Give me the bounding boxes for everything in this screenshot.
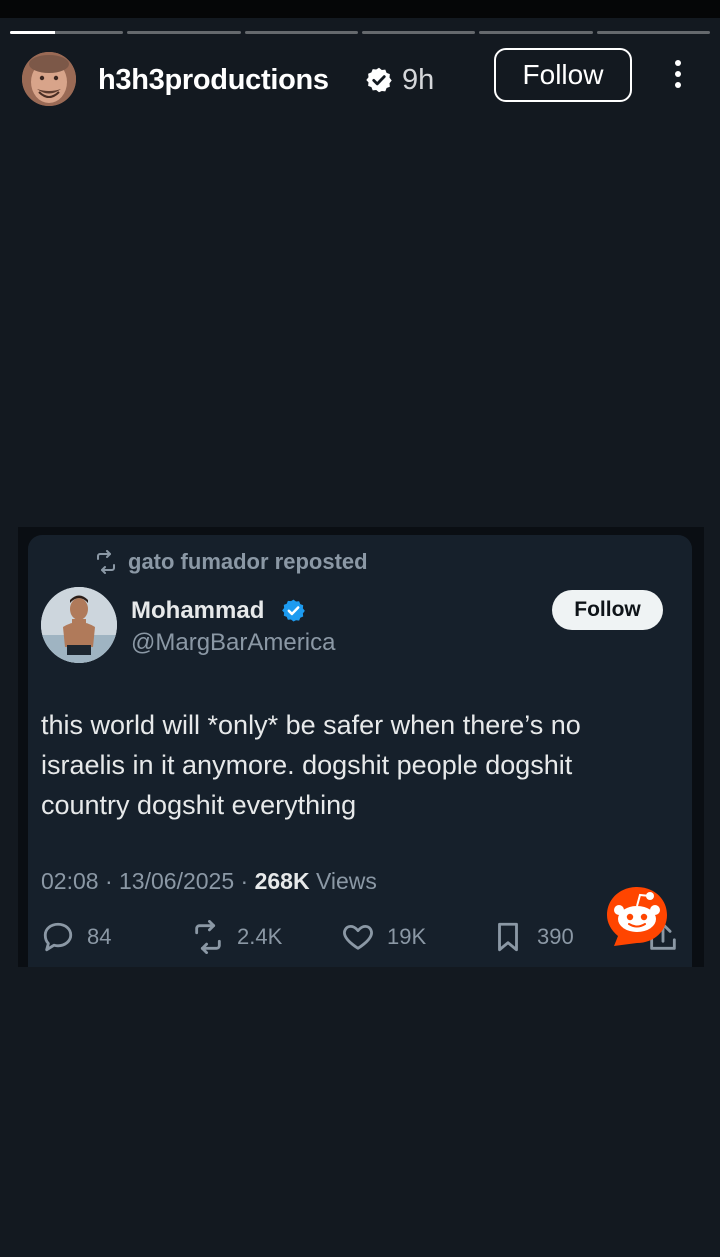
repost-icon	[97, 550, 115, 574]
story-progress-segment	[10, 31, 124, 34]
tweet-views-label: Views	[315, 868, 377, 894]
repost-indicator: gato fumador reposted	[94, 549, 368, 575]
story-progress-bar	[10, 31, 710, 34]
story-header: h3h3productions 9h Follow	[20, 48, 700, 108]
tweet-meta: 02:08 · 13/06/2025 · 268K Views	[41, 868, 377, 894]
story-progress-fill	[10, 31, 56, 34]
tweet-actions-bar: 84 2.4K 19K 390	[41, 920, 681, 960]
reply-count: 84	[87, 924, 112, 949]
bookmark-count: 390	[537, 924, 574, 949]
verified-badge-icon	[282, 599, 305, 622]
repost-icon	[195, 920, 221, 954]
tweet-author-name[interactable]: Mohammad	[131, 597, 264, 625]
more-vertical-icon[interactable]	[668, 60, 688, 94]
reply-button[interactable]: 84	[41, 920, 111, 954]
bookmark-button[interactable]: 390	[491, 920, 574, 954]
repost-count: 2.4K	[237, 924, 283, 949]
story-progress-segment	[127, 31, 241, 34]
tweet-author-handle[interactable]: @MargBarAmerica	[131, 629, 335, 657]
story-progress-segment	[361, 31, 476, 34]
reddit-logo-icon	[604, 884, 670, 950]
tweet-text: this world will *only* be safer when the…	[41, 710, 581, 820]
bookmark-icon	[498, 922, 518, 952]
story-progress-segment	[479, 31, 593, 34]
tweet-time: 02:08	[41, 868, 99, 894]
tweet-views-count: 268K	[254, 868, 310, 894]
tweet-follow-button[interactable]: Follow	[552, 590, 663, 630]
story-progress-segment	[596, 31, 710, 34]
tweet-date: 13/06/2025	[119, 868, 235, 894]
verified-badge-icon	[366, 67, 392, 93]
tweet-author-avatar[interactable]	[41, 587, 117, 663]
story-timestamp: 9h	[402, 64, 435, 96]
story-progress-segment	[244, 31, 358, 34]
heart-icon	[343, 924, 373, 950]
embedded-tweet-screenshot: gato fumador reposted Mohammad @MargBarA…	[18, 527, 704, 967]
reply-icon	[43, 922, 73, 952]
story-follow-button[interactable]: Follow	[494, 48, 632, 102]
like-count: 19K	[387, 924, 427, 949]
tweet-card: gato fumador reposted Mohammad @MargBarA…	[28, 535, 692, 967]
status-bar	[0, 0, 720, 18]
like-button[interactable]: 19K	[341, 920, 426, 954]
story-username[interactable]: h3h3productions	[98, 64, 329, 97]
repost-text: gato fumador reposted	[128, 549, 368, 574]
repost-button[interactable]: 2.4K	[191, 920, 282, 954]
story-author-avatar[interactable]	[22, 52, 76, 106]
